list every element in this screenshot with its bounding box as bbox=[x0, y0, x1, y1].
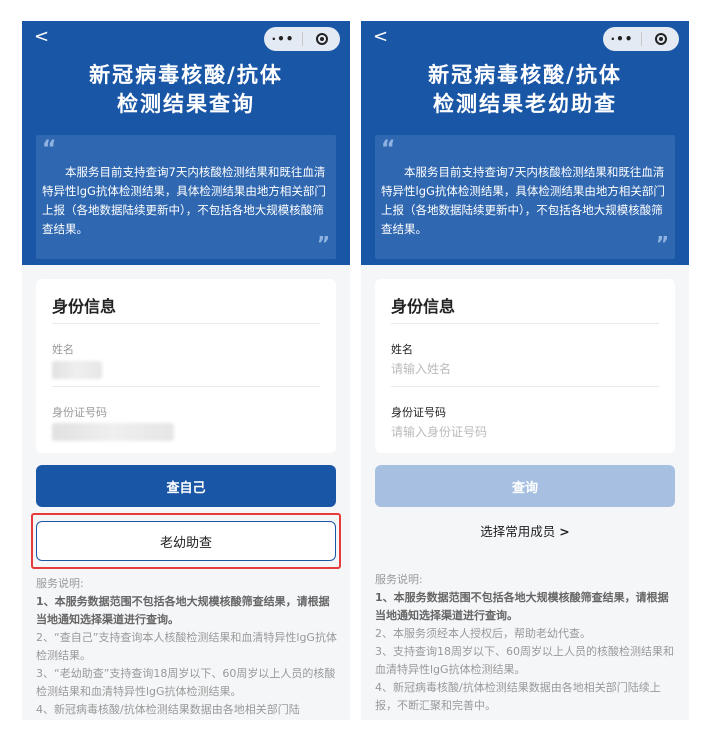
target-icon[interactable] bbox=[642, 33, 679, 45]
id-number-input[interactable] bbox=[391, 422, 659, 442]
note-item-1: 1、本服务数据范围不包括各地大规模核酸筛查结果，请根据当地通知选择渠道进行查询。 bbox=[36, 595, 330, 626]
id-value-redacted[interactable] bbox=[52, 423, 174, 441]
identity-card: 身份信息 姓名 身份证号码 bbox=[36, 279, 336, 453]
service-intro-text: 本服务目前支持查询7天内核酸检测结果和既往血清特异性lgG抗体检测结果，具体检测… bbox=[42, 165, 326, 236]
note-item-3: 3、“老幼助查”支持查询18周岁以下、60周岁以上人员的核酸检测结果和血清特异性… bbox=[36, 667, 336, 698]
page-title: 新冠病毒核酸/抗体 检测结果老幼助查 bbox=[361, 61, 689, 119]
more-dots-icon[interactable]: ·•• bbox=[264, 27, 302, 51]
notes-heading: 服务说明: bbox=[36, 577, 84, 590]
query-self-button[interactable]: 查自己 bbox=[36, 465, 336, 507]
service-notes: 服务说明: 1、本服务数据范围不包括各地大规模核酸筛查结果，请根据当地通知选择渠… bbox=[375, 571, 677, 715]
page-title-line1: 新冠病毒核酸/抗体 bbox=[428, 63, 622, 87]
identity-card-title: 身份信息 bbox=[52, 297, 117, 316]
header-banner: < ·•• 新冠病毒核酸/抗体 检测结果老幼助查 “ 本服务目前支持查询7天内核… bbox=[361, 21, 689, 265]
quote-close-icon: ” bbox=[316, 232, 330, 256]
query-button[interactable]: 查询 bbox=[375, 465, 675, 507]
note-item-3: 3、支持查询18周岁以下、60周岁以上人员的核酸检测结果和血清特异性lgG抗体检… bbox=[375, 645, 674, 676]
note-item-4: 4、新冠病毒核酸/抗体检测结果数据由各地相关部门陆续上报，不断汇聚和完善中。 bbox=[375, 681, 661, 712]
quote-open-icon: “ bbox=[381, 137, 396, 162]
header-banner: < ·•• 新冠病毒核酸/抗体 检测结果查询 “ 本服务目前支持查询7天内核酸检… bbox=[22, 21, 350, 265]
page-title: 新冠病毒核酸/抗体 检测结果查询 bbox=[22, 61, 350, 119]
identity-card: 身份信息 姓名 身份证号码 bbox=[375, 279, 675, 453]
name-input[interactable] bbox=[391, 359, 659, 379]
note-item-4: 4、新冠病毒核酸/抗体检测结果数据由各地相关部门陆 bbox=[36, 703, 300, 716]
query-self-screen: < ·•• 新冠病毒核酸/抗体 检测结果查询 “ 本服务目前支持查询7天内核酸检… bbox=[22, 21, 350, 720]
service-intro: “ 本服务目前支持查询7天内核酸检测结果和既往血清特异性lgG抗体检测结果，具体… bbox=[36, 135, 336, 259]
identity-card-title: 身份信息 bbox=[391, 297, 456, 316]
divider bbox=[391, 386, 659, 387]
divider bbox=[52, 323, 320, 324]
more-dots-icon[interactable]: ·•• bbox=[603, 27, 641, 51]
quote-open-icon: “ bbox=[42, 137, 57, 162]
elderly-child-query-button[interactable]: 老幼助查 bbox=[36, 521, 336, 561]
divider bbox=[391, 323, 659, 324]
note-item-2: 2、本服务须经本人授权后，帮助老幼代查。 bbox=[375, 627, 591, 640]
page-title-line1: 新冠病毒核酸/抗体 bbox=[89, 63, 283, 87]
id-label: 身份证号码 bbox=[391, 406, 446, 419]
notes-heading: 服务说明: bbox=[375, 573, 423, 586]
note-item-1: 1、本服务数据范围不包括各地大规模核酸筛查结果，请根据当地通知选择渠道进行查询。 bbox=[375, 591, 669, 622]
chevron-right-icon: > bbox=[559, 524, 570, 539]
service-intro-text: 本服务目前支持查询7天内核酸检测结果和既往血清特异性lgG抗体检测结果，具体检测… bbox=[381, 165, 665, 236]
quote-close-icon: ” bbox=[655, 232, 669, 256]
target-icon[interactable] bbox=[303, 33, 340, 45]
elderly-child-query-screen: < ·•• 新冠病毒核酸/抗体 检测结果老幼助查 “ 本服务目前支持查询7天内核… bbox=[361, 21, 689, 720]
name-label: 姓名 bbox=[391, 343, 413, 356]
miniprogram-capsule: ·•• bbox=[264, 27, 340, 51]
divider bbox=[52, 386, 320, 387]
name-label: 姓名 bbox=[52, 343, 74, 356]
id-label: 身份证号码 bbox=[52, 406, 107, 419]
page-title-line2: 检测结果老幼助查 bbox=[433, 92, 617, 116]
back-icon[interactable]: < bbox=[373, 27, 393, 47]
page-title-line2: 检测结果查询 bbox=[117, 92, 255, 116]
select-member-label: 选择常用成员 bbox=[480, 524, 556, 539]
select-member-link[interactable]: 选择常用成员 > bbox=[361, 521, 689, 540]
service-notes: 服务说明: 1、本服务数据范围不包括各地大规模核酸筛查结果，请根据当地通知选择渠… bbox=[36, 575, 338, 719]
note-item-2: 2、“查自己”支持查询本人核酸检测结果和血清特异性lgG抗体检测结果。 bbox=[36, 631, 337, 662]
back-icon[interactable]: < bbox=[34, 27, 54, 47]
service-intro: “ 本服务目前支持查询7天内核酸检测结果和既往血清特异性lgG抗体检测结果，具体… bbox=[375, 135, 675, 259]
miniprogram-capsule: ·•• bbox=[603, 27, 679, 51]
name-value-redacted[interactable] bbox=[52, 361, 102, 379]
